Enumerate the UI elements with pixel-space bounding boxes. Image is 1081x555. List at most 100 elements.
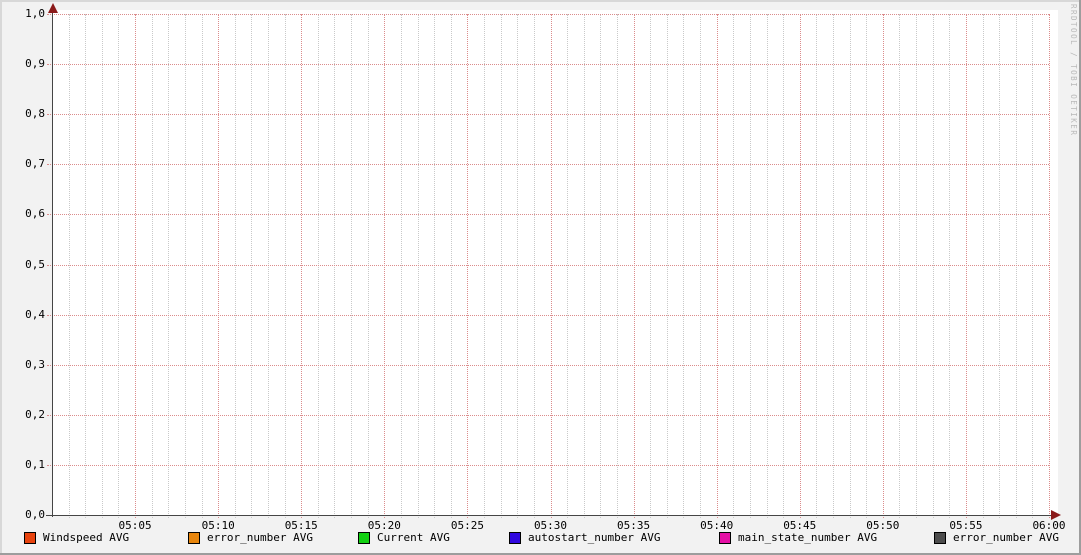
grid-line-minor-vertical [700,14,702,518]
grid-line-major-vertical [965,14,967,518]
grid-line-major-vertical [1049,14,1050,518]
grid-line-minor-vertical [351,14,353,518]
grid-line-minor-vertical [766,14,768,518]
y-axis-tick-label: 0,7 [25,157,45,171]
grid-line-minor-vertical [450,14,452,518]
grid-line-minor-vertical [334,14,336,518]
legend-label: error_number AVG [953,531,1059,544]
grid-line-major-horizontal [47,114,1049,116]
grid-line-major-vertical [882,14,884,518]
grid-line-major-vertical [716,14,718,518]
grid-line-minor-vertical [500,14,502,518]
legend-item: main_state_number AVG [719,531,877,545]
grid-line-minor-vertical [400,14,402,518]
grid-line-minor-vertical [284,14,286,518]
grid-line-major-horizontal [47,64,1049,66]
grid-line-major-vertical [384,14,386,518]
grid-line-minor-vertical [85,14,87,518]
legend-swatch [719,532,731,544]
grid-line-major-vertical [799,14,801,518]
grid-line-minor-vertical [68,14,70,518]
grid-line-major-horizontal [47,164,1049,166]
grid-line-minor-vertical [417,14,419,518]
legend-label: main_state_number AVG [738,531,878,544]
grid-line-minor-vertical [1015,14,1017,518]
grid-line-minor-vertical [567,14,569,518]
grid-line-minor-vertical [184,14,186,518]
x-axis-arrow-icon [1051,510,1061,520]
grid-line-minor-vertical [367,14,369,518]
grid-line-minor-vertical [949,14,951,518]
legend-item: Windspeed AVG [24,531,129,545]
legend-item: autostart_number AVG [509,531,660,545]
grid-line-major-horizontal [47,414,1049,416]
grid-line-minor-vertical [616,14,618,518]
y-axis-line [52,8,53,517]
y-axis-arrow-icon [48,3,58,13]
grid-line-minor-vertical [749,14,751,518]
grid-line-minor-vertical [982,14,984,518]
grid-line-minor-vertical [899,14,901,518]
grid-line-minor-vertical [733,14,735,518]
y-axis-tick-label: 0,6 [25,207,45,221]
grid-line-minor-vertical [932,14,934,518]
grid-line-minor-vertical [251,14,253,518]
grid-line-major-horizontal [47,264,1049,266]
legend-swatch [24,532,36,544]
grid-line-minor-vertical [999,14,1001,518]
legend-item: error_number AVG [188,531,313,545]
grid-line-major-horizontal [47,14,1049,15]
grid-line-minor-vertical [484,14,486,518]
grid-line-major-horizontal [47,464,1049,466]
legend-label: Windspeed AVG [43,531,130,544]
grid-line-major-horizontal [47,364,1049,366]
legend-swatch [358,532,370,544]
legend-item: Current AVG [358,531,450,545]
grid-line-minor-vertical [201,14,203,518]
grid-line-minor-vertical [650,14,652,518]
grid-line-major-vertical [135,14,137,518]
legend-label: autostart_number AVG [528,531,661,544]
y-axis-tick-label: 0,0 [25,508,45,521]
grid-line-minor-vertical [583,14,585,518]
grid-line-minor-vertical [118,14,120,518]
grid-line-minor-vertical [666,14,668,518]
legend-label: error_number AVG [207,531,313,544]
grid-line-minor-vertical [916,14,918,518]
grid-line-minor-vertical [866,14,868,518]
x-axis-line [46,515,1051,516]
y-axis-tick-label: 0,3 [25,357,45,371]
grid-line-minor-vertical [517,14,519,518]
grid-line-minor-vertical [268,14,270,518]
y-axis-tick-label: 0,5 [25,257,45,271]
grid-line-minor-vertical [783,14,785,518]
grid-line-minor-vertical [101,14,103,518]
border-bevel-left [0,0,2,555]
grid-line-minor-vertical [434,14,436,518]
border-bevel-top [0,0,1081,2]
grid-line-minor-vertical [234,14,236,518]
grid-line-major-horizontal [47,314,1049,316]
y-axis-tick-label: 0,8 [25,107,45,121]
grid-line-minor-vertical [533,14,535,518]
y-axis-tick-label: 0,4 [25,307,45,321]
y-axis-tick-label: 0,2 [25,407,45,421]
grid-line-minor-vertical [849,14,851,518]
y-axis-tick-label: 1,0 [25,7,45,20]
grid-line-major-vertical [550,14,552,518]
grid-line-major-vertical [467,14,469,518]
legend-swatch [188,532,200,544]
grid-line-major-vertical [633,14,635,518]
legend-swatch [509,532,521,544]
rrdtool-watermark: RRDTOOL / TOBI OETIKER [1069,4,1078,137]
rrdtool-graph: { "watermark": "RRDTOOL / TOBI OETIKER",… [0,0,1081,555]
plot-canvas [52,10,1058,516]
legend-label: Current AVG [377,531,450,544]
grid-line-minor-vertical [317,14,319,518]
grid-line-minor-vertical [683,14,685,518]
grid-line-major-vertical [301,14,303,518]
grid-line-major-vertical [218,14,220,518]
grid-line-minor-vertical [1032,14,1034,518]
legend-swatch [934,532,946,544]
legend-item: error_number AVG [934,531,1059,545]
